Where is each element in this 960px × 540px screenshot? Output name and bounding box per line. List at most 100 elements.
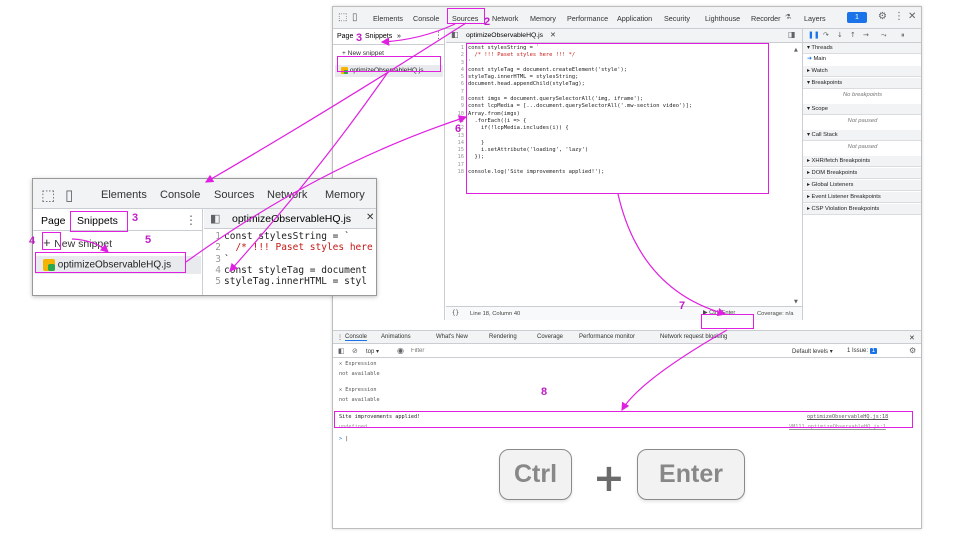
nav-more-chevron-icon[interactable]: »	[397, 33, 401, 40]
issues-counter[interactable]: 1 Issue: 1	[847, 348, 878, 354]
zoom-line-number[interactable]: 4	[204, 265, 224, 276]
zoom-tab-network[interactable]: Network	[267, 189, 307, 201]
zoom-toggle-navigator-icon[interactable]: ◧	[210, 212, 220, 225]
step-icon[interactable]: →	[863, 31, 869, 39]
zoom-code-lines[interactable]: 1 const stylesString = ` 2 /* !!! Paset st…	[204, 231, 376, 287]
clear-console-icon[interactable]: ⊘	[352, 347, 358, 355]
drawer-tab-console[interactable]: Console	[345, 334, 368, 341]
line-number[interactable]: 2	[446, 52, 468, 59]
tab-memory[interactable]: Memory	[530, 14, 556, 23]
zoom-close-tab-icon[interactable]: ✕	[366, 212, 374, 223]
zoom-line-number[interactable]: 3	[204, 254, 224, 265]
nav-menu-icon[interactable]: ⋮	[434, 31, 443, 41]
default-levels-dropdown[interactable]: Default levels ▾	[792, 348, 833, 355]
threads-section[interactable]: ▾ Threads	[803, 43, 921, 54]
expression-label-1[interactable]: Expression	[345, 361, 376, 367]
eye-icon[interactable]: ◉	[397, 346, 404, 355]
editor-file-tab[interactable]: optimizeObservableHQ.js	[466, 32, 543, 39]
settings-gear-icon[interactable]: ⚙	[878, 11, 887, 22]
line-number[interactable]: 18	[446, 169, 468, 176]
pretty-print-icon[interactable]: {}	[452, 310, 459, 316]
device-toolbar-icon[interactable]: ▯	[352, 12, 358, 23]
tab-lighthouse[interactable]: Lighthouse	[705, 14, 740, 23]
line-number[interactable]: 6	[446, 81, 468, 88]
line-number[interactable]: 7	[446, 89, 468, 96]
console-filter-input[interactable]	[411, 346, 711, 356]
inspect-element-icon[interactable]: ⬚	[338, 12, 347, 23]
tab-console[interactable]: Console	[413, 14, 439, 23]
step-out-icon[interactable]: ↑	[850, 31, 856, 39]
line-number[interactable]: 9	[446, 103, 468, 110]
breakpoints-section[interactable]: ▾ Breakpoints	[803, 78, 921, 89]
console-settings-icon[interactable]: ⚙	[909, 346, 916, 355]
more-options-icon[interactable]: ⋮	[894, 11, 904, 22]
zoom-tab-elements[interactable]: Elements	[101, 189, 147, 201]
line-number[interactable]: 10	[446, 111, 468, 118]
pause-on-exceptions-icon[interactable]: ⏸	[901, 31, 905, 40]
toggle-debugger-icon[interactable]: ◨	[788, 30, 796, 39]
editor-scrollbar[interactable]: ▲ ▼	[794, 47, 800, 307]
zoom-code-line[interactable]: 5 styleTag.innerHTML = styl	[204, 276, 376, 287]
zoom-code-line[interactable]: 1 const stylesString = `	[204, 231, 376, 242]
tab-layers[interactable]: Layers	[804, 14, 826, 23]
drawer-tab-performance-monitor[interactable]: Performance monitor	[579, 334, 635, 340]
zoom-nav-menu-icon[interactable]: ⋮	[185, 213, 197, 227]
drawer-tab-animations[interactable]: Animations	[381, 334, 411, 340]
drawer-tab-whats-new[interactable]: What's New	[436, 334, 468, 340]
deactivate-breakpoints-icon[interactable]: ⤳	[881, 31, 887, 40]
line-number[interactable]: 4	[446, 67, 468, 74]
line-number[interactable]: 17	[446, 162, 468, 169]
tab-security[interactable]: Security	[664, 14, 690, 23]
drawer-tab-coverage[interactable]: Coverage	[537, 334, 563, 340]
zoom-code-line[interactable]: 3 `	[204, 254, 376, 265]
context-selector[interactable]: top ▾	[366, 348, 379, 355]
line-number[interactable]: 8	[446, 96, 468, 103]
pause-icon[interactable]: ❚❚	[808, 31, 820, 39]
line-number[interactable]: 15	[446, 147, 468, 154]
close-icon[interactable]: ✕	[908, 11, 916, 22]
issues-badge[interactable]: 1	[847, 12, 867, 23]
zoom-code-line[interactable]: 2 /* !!! Paset styles here	[204, 242, 376, 253]
close-drawer-icon[interactable]: ✕	[909, 334, 915, 342]
zoom-editor-file-tab[interactable]: optimizeObservableHQ.js	[232, 213, 351, 225]
zoom-code-line[interactable]: 4 const styleTag = document	[204, 265, 376, 276]
line-number[interactable]: 14	[446, 140, 468, 147]
expression-label-2[interactable]: Expression	[345, 387, 376, 393]
line-number[interactable]: 3	[446, 60, 468, 67]
event-listener-breakpoints-section[interactable]: ▸ Event Listener Breakpoints	[803, 192, 921, 203]
drawer-tab-network-request-blocking[interactable]: Network request blocking	[660, 334, 727, 340]
tab-elements[interactable]: Elements	[373, 14, 403, 23]
line-number[interactable]: 5	[446, 74, 468, 81]
watch-section[interactable]: ▸ Watch	[803, 66, 921, 77]
zoom-tab-sources[interactable]: Sources	[214, 189, 254, 201]
zoom-tab-console[interactable]: Console	[160, 189, 200, 201]
console-prompt[interactable]: > |	[333, 436, 921, 442]
zoom-tab-memory[interactable]: Memory	[325, 189, 365, 201]
zoom-nav-page[interactable]: Page	[41, 215, 66, 227]
scroll-up-icon[interactable]: ▲	[794, 47, 798, 53]
zoom-line-number[interactable]: 2	[204, 242, 224, 253]
step-over-icon[interactable]: ↷	[823, 31, 829, 39]
line-number[interactable]: 1	[446, 45, 468, 52]
tab-recorder[interactable]: Recorder	[751, 14, 781, 23]
drawer-tab-rendering[interactable]: Rendering	[489, 334, 517, 340]
dom-breakpoints-section[interactable]: ▸ DOM Breakpoints	[803, 168, 921, 179]
sidebar-toggle-icon[interactable]: ◧	[338, 347, 345, 355]
scope-section[interactable]: ▾ Scope	[803, 104, 921, 115]
global-listeners-section[interactable]: ▸ Global Listeners	[803, 180, 921, 191]
tab-network[interactable]: Network	[492, 14, 518, 23]
nav-tab-snippets[interactable]: Snippets	[365, 33, 392, 40]
zoom-line-number[interactable]: 1	[204, 231, 224, 242]
close-tab-icon[interactable]: ✕	[550, 31, 556, 39]
tab-performance[interactable]: Performance	[567, 14, 608, 23]
xhr-breakpoints-section[interactable]: ▸ XHR/fetch Breakpoints	[803, 156, 921, 167]
drawer-menu-icon[interactable]: ⋮	[337, 334, 343, 341]
nav-tab-page[interactable]: Page	[337, 33, 353, 40]
call-stack-section[interactable]: ▾ Call Stack	[803, 130, 921, 141]
line-number[interactable]: 16	[446, 154, 468, 161]
tab-application[interactable]: Application	[617, 14, 652, 23]
csp-violation-breakpoints-section[interactable]: ▸ CSP Violation Breakpoints	[803, 204, 921, 215]
zoom-line-number[interactable]: 5	[204, 276, 224, 287]
scroll-down-icon[interactable]: ▼	[794, 299, 798, 305]
step-into-icon[interactable]: ↓	[837, 31, 843, 39]
